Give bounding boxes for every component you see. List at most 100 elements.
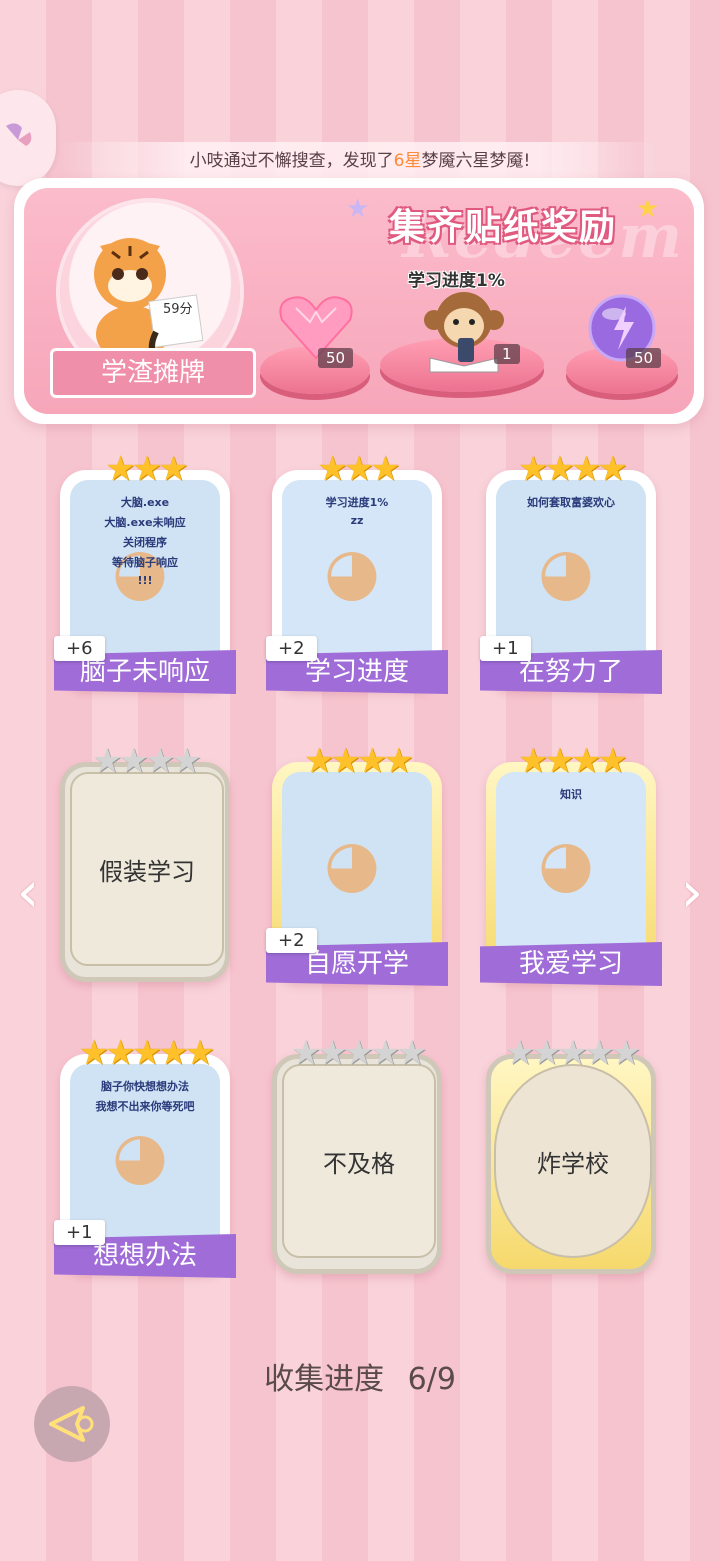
gold-star-icon: ★ — [597, 449, 628, 489]
grey-star-icon: ★ — [343, 1033, 375, 1073]
creature-illustration-icon: ◕ — [324, 535, 380, 609]
avatar-ribbon: 学渣摊牌 — [50, 348, 256, 398]
grey-star-icon: ★ — [290, 1033, 322, 1073]
card-locked-name: 不及格 — [323, 1149, 395, 1178]
card-locked-name: 炸学校 — [537, 1149, 609, 1178]
grey-star-icon: ★ — [118, 741, 150, 781]
card-art-text: 知识 — [560, 788, 582, 801]
card-stars: ★★★★★ — [272, 1036, 442, 1070]
card-stars: ★★★★ — [60, 744, 230, 778]
gold-star-icon: ★ — [518, 741, 549, 781]
ticker-suffix: 梦魇六星梦魇! — [421, 151, 531, 171]
gold-star-icon: ★ — [131, 449, 163, 489]
card-art-text: 脑子你快想想办法 — [101, 1080, 189, 1093]
card-stars: ★★★★★ — [486, 1036, 656, 1070]
grey-star-icon: ★ — [145, 741, 176, 781]
gold-star-icon: ★ — [317, 449, 348, 489]
gold-star-icon: ★ — [158, 1033, 189, 1073]
ticker-highlight: 6星 — [393, 151, 422, 171]
card-art-text: !!! — [137, 574, 153, 587]
avatar-score: 59分 — [163, 302, 193, 317]
ticker-prefix: 小吱通过不懈搜查，发现了 — [189, 151, 394, 171]
sticker-card[interactable]: ◕ 自愿开学 +2 ★★★★ — [266, 741, 448, 986]
card-stars: ★★★ — [272, 452, 442, 486]
next-page-arrow[interactable]: › — [672, 865, 712, 921]
grey-star-icon: ★ — [370, 1033, 401, 1073]
menu-corner-button[interactable] — [0, 90, 56, 186]
card-art-text: zz — [350, 514, 364, 527]
grey-star-icon: ★ — [396, 1033, 428, 1073]
prev-page-arrow[interactable]: ‹ — [8, 865, 48, 921]
sticker-card[interactable]: ◕ 脑子你快想想办法 我想不出来你等死吧 想想办法 +1 ★★★★★ — [54, 1036, 236, 1278]
card-art-text: 关闭程序 — [123, 536, 167, 549]
creature-illustration-icon: ◕ — [324, 827, 380, 901]
back-button[interactable] — [34, 1386, 110, 1462]
sticker-card[interactable]: ◕ 大脑.exe 大脑.exe未响应 关闭程序 等待脑子响应!!! 脑子未响应 +6 ★★★ — [54, 452, 236, 694]
item-count: 50 — [318, 348, 354, 368]
card-art-text: 学习进度1% — [325, 496, 389, 509]
card-locked-name: 假装学习 — [99, 857, 195, 886]
collect-label: 收集进度 — [264, 1362, 385, 1397]
gold-star-icon: ★ — [105, 1033, 136, 1073]
gold-star-icon: ★ — [343, 449, 375, 489]
collect-value: 6/9 — [407, 1362, 456, 1397]
grey-star-icon: ★ — [171, 741, 202, 781]
gold-star-icon: ★ — [78, 1033, 110, 1073]
gold-star-icon: ★ — [597, 741, 628, 781]
grey-star-icon: ★ — [531, 1033, 562, 1073]
sticker-card[interactable]: 炸学校 ★★★★★ — [486, 1036, 656, 1276]
grey-star-icon: ★ — [557, 1033, 589, 1073]
item-count: 50 — [626, 348, 662, 368]
gold-star-icon: ★ — [571, 449, 602, 489]
star-deco-icon: ★ — [346, 194, 370, 224]
grey-star-icon: ★ — [92, 741, 123, 781]
gold-star-icon: ★ — [357, 741, 388, 781]
card-stars: ★★★★ — [486, 744, 656, 778]
grey-star-icon: ★ — [504, 1033, 536, 1073]
gold-star-icon: ★ — [571, 741, 602, 781]
grey-star-icon: ★ — [610, 1033, 642, 1073]
card-stars: ★★★ — [60, 452, 230, 486]
gold-star-icon: ★ — [184, 1033, 216, 1073]
sticker-card[interactable]: ◕ 学习进度1% zz 学习进度 +2 ★★★ — [266, 452, 448, 694]
gold-star-icon: ★ — [544, 449, 576, 489]
back-arrow-icon — [49, 1406, 94, 1442]
card-plus-count: +6 — [54, 636, 105, 661]
gold-star-icon: ★ — [330, 741, 362, 781]
item-count: 1 — [494, 344, 520, 364]
card-art-text: 等待脑子响应 — [112, 556, 178, 569]
card-art: 炸学校 — [494, 1064, 652, 1258]
gold-star-icon: ★ — [131, 1033, 163, 1073]
card-plus-count: +2 — [266, 636, 317, 661]
card-stars: ★★★★★ — [60, 1036, 230, 1070]
gold-star-icon: ★ — [158, 449, 189, 489]
sticker-card[interactable]: 假装学习 ★★★★ — [60, 744, 230, 984]
reward-title: 集齐贴纸奖励 — [389, 207, 618, 248]
creature-illustration-icon: ◕ — [538, 827, 594, 901]
card-name: 我爱学习 — [480, 942, 662, 986]
card-plus-count: +1 — [54, 1220, 105, 1245]
card-art-text: 我想不出来你等死吧 — [95, 1100, 195, 1113]
sticker-card[interactable]: 不及格 ★★★★★ — [272, 1036, 442, 1276]
gold-star-icon: ★ — [105, 449, 136, 489]
card-art: 不及格 — [282, 1064, 436, 1258]
grey-star-icon: ★ — [317, 1033, 348, 1073]
collect-progress: 收集进度 6/9 — [0, 1354, 720, 1398]
grey-star-icon: ★ — [584, 1033, 615, 1073]
creature-illustration-icon: ◕ — [538, 535, 594, 609]
sticker-card[interactable]: ◕ 如何套取富婆欢心 在努力了 +1 ★★★★ — [480, 452, 662, 694]
card-plus-count: +1 — [480, 636, 531, 661]
star-deco-icon: ★ — [636, 194, 660, 224]
card-art: 假装学习 — [70, 772, 224, 966]
sticker-card[interactable]: ◕ 知识 我爱学习 ★★★★ — [480, 744, 662, 986]
card-art-text: 大脑.exe未响应 — [104, 516, 186, 529]
fan-icon — [6, 123, 32, 146]
gold-star-icon: ★ — [304, 741, 335, 781]
gold-star-icon: ★ — [544, 741, 576, 781]
card-stars: ★★★★ — [486, 452, 656, 486]
card-art: ◕ 知识 — [496, 772, 646, 962]
gold-star-icon: ★ — [518, 449, 549, 489]
discovery-ticker: 小吱通过不懈搜查，发现了6星梦魇六星梦魇! — [60, 142, 660, 180]
gold-star-icon: ★ — [383, 741, 414, 781]
card-art-text: 如何套取富婆欢心 — [527, 496, 615, 509]
